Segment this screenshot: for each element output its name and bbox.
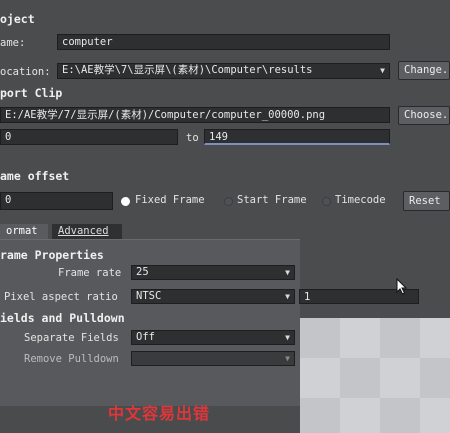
separate-fields-dropdown[interactable]: Off ▼ <box>131 330 295 345</box>
chevron-down-icon: ▼ <box>285 354 290 363</box>
frame-rate-dropdown[interactable]: 25 ▼ <box>131 265 295 280</box>
remove-pulldown-label: Remove Pulldown <box>24 353 119 365</box>
frame-rate-value: 25 <box>136 266 149 278</box>
pixel-aspect-dropdown[interactable]: NTSC ▼ <box>131 289 295 304</box>
frame-rate-label: Frame rate <box>58 267 122 279</box>
format-panel: rame Properties Frame rate 25 ▼ Pixel as… <box>0 240 419 406</box>
tab-format[interactable]: ormat <box>0 224 48 239</box>
tab-advanced[interactable]: Advanced <box>52 224 122 239</box>
chevron-down-icon: ▼ <box>285 333 290 342</box>
timecode-radio[interactable] <box>322 197 331 206</box>
location-value: E:\AE教学\7\显示屏\(素材)\Computer\results <box>62 64 313 76</box>
name-input[interactable]: computer <box>57 34 390 50</box>
fields-pulldown-header: ields and Pulldown <box>0 311 125 325</box>
frame-properties-header: rame Properties <box>0 248 104 262</box>
change-button[interactable]: Change.. <box>398 61 450 80</box>
pixel-aspect-label: Pixel aspect ratio <box>4 291 118 303</box>
separate-fields-label: Separate Fields <box>24 332 119 344</box>
location-dropdown[interactable]: E:\AE教学\7\显示屏\(素材)\Computer\results ▼ <box>57 63 390 79</box>
mouse-cursor-icon <box>396 278 408 295</box>
start-frame-radio[interactable] <box>224 197 233 206</box>
remove-pulldown-dropdown[interactable]: ▼ <box>131 351 295 366</box>
preview-area <box>300 318 450 433</box>
range-from-input[interactable]: 0 <box>0 129 178 145</box>
pixel-aspect-value: NTSC <box>136 290 162 302</box>
watermark-text: 中文容易出错 <box>108 404 211 423</box>
reset-button[interactable]: Reset <box>403 191 450 211</box>
export-dialog: oject ame: computer ocation: E:\AE教学\7\显… <box>0 0 450 433</box>
fixed-frame-label: Fixed Frame <box>135 194 205 206</box>
location-label: ocation: <box>0 66 51 78</box>
clip-path-input[interactable]: E:/AE教学/7/显示屏/(素材)/Computer/computer_000… <box>0 107 390 123</box>
timecode-label: Timecode <box>335 194 386 206</box>
range-to-label: to <box>186 132 199 144</box>
frame-offset-header: ame offset <box>0 169 70 183</box>
chevron-down-icon: ▼ <box>285 292 290 301</box>
start-frame-label: Start Frame <box>237 194 307 206</box>
fixed-frame-radio[interactable] <box>121 197 130 206</box>
chevron-down-icon: ▼ <box>380 66 385 75</box>
range-to-input[interactable]: 149 <box>204 129 390 145</box>
name-label: ame: <box>0 37 26 49</box>
separate-fields-value: Off <box>136 331 155 343</box>
export-clip-header: port Clip <box>0 86 63 100</box>
chevron-down-icon: ▼ <box>285 268 290 277</box>
choose-button[interactable]: Choose.. <box>398 106 450 125</box>
frame-offset-input[interactable]: 0 <box>0 192 113 210</box>
project-header: oject <box>0 12 35 26</box>
